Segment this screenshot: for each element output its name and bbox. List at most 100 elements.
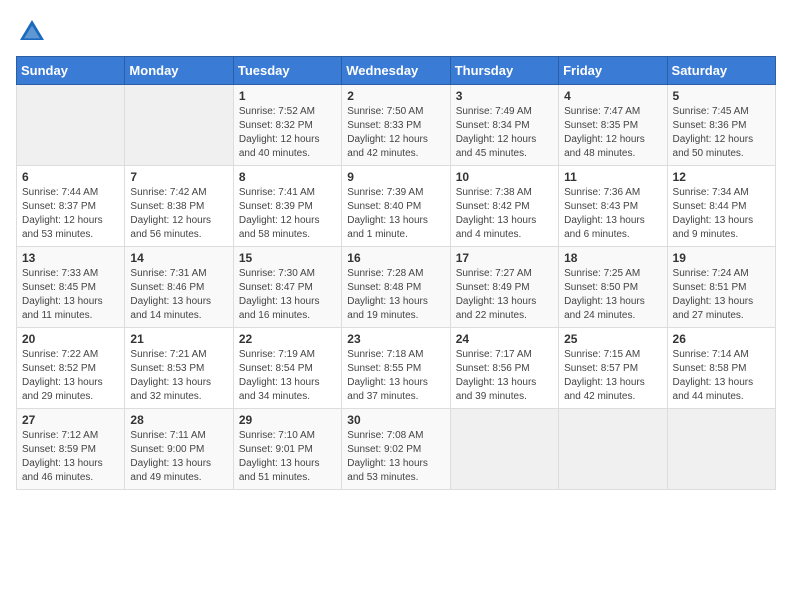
weekday-header: Monday — [125, 57, 233, 85]
day-number: 6 — [22, 170, 119, 184]
day-info: Sunrise: 7:25 AM Sunset: 8:50 PM Dayligh… — [564, 267, 661, 323]
day-number: 24 — [456, 332, 553, 346]
calendar-cell: 16 Sunrise: 7:28 AM Sunset: 8:48 PM Dayli… — [342, 247, 450, 328]
day-number: 25 — [564, 332, 661, 346]
calendar-cell: 11 Sunrise: 7:36 AM Sunset: 8:43 PM Dayli… — [559, 166, 667, 247]
day-info: Sunrise: 7:42 AM Sunset: 8:38 PM Dayligh… — [130, 186, 227, 242]
day-number: 13 — [22, 251, 119, 265]
calendar-cell — [667, 409, 775, 490]
calendar-cell: 8 Sunrise: 7:41 AM Sunset: 8:39 PM Daylig… — [233, 166, 341, 247]
calendar-cell: 29 Sunrise: 7:10 AM Sunset: 9:01 PM Dayli… — [233, 409, 341, 490]
calendar-cell: 6 Sunrise: 7:44 AM Sunset: 8:37 PM Daylig… — [17, 166, 125, 247]
calendar-cell: 2 Sunrise: 7:50 AM Sunset: 8:33 PM Daylig… — [342, 85, 450, 166]
day-number: 10 — [456, 170, 553, 184]
day-info: Sunrise: 7:12 AM Sunset: 8:59 PM Dayligh… — [22, 429, 119, 485]
calendar-cell: 17 Sunrise: 7:27 AM Sunset: 8:49 PM Dayli… — [450, 247, 558, 328]
day-info: Sunrise: 7:41 AM Sunset: 8:39 PM Dayligh… — [239, 186, 336, 242]
day-info: Sunrise: 7:52 AM Sunset: 8:32 PM Dayligh… — [239, 105, 336, 161]
weekday-header: Wednesday — [342, 57, 450, 85]
day-number: 20 — [22, 332, 119, 346]
day-number: 16 — [347, 251, 444, 265]
calendar-cell: 22 Sunrise: 7:19 AM Sunset: 8:54 PM Dayli… — [233, 328, 341, 409]
day-number: 26 — [673, 332, 770, 346]
day-info: Sunrise: 7:28 AM Sunset: 8:48 PM Dayligh… — [347, 267, 444, 323]
day-info: Sunrise: 7:31 AM Sunset: 8:46 PM Dayligh… — [130, 267, 227, 323]
day-info: Sunrise: 7:38 AM Sunset: 8:42 PM Dayligh… — [456, 186, 553, 242]
day-info: Sunrise: 7:17 AM Sunset: 8:56 PM Dayligh… — [456, 348, 553, 404]
day-number: 8 — [239, 170, 336, 184]
calendar-cell: 14 Sunrise: 7:31 AM Sunset: 8:46 PM Dayli… — [125, 247, 233, 328]
calendar-cell: 24 Sunrise: 7:17 AM Sunset: 8:56 PM Dayli… — [450, 328, 558, 409]
day-info: Sunrise: 7:49 AM Sunset: 8:34 PM Dayligh… — [456, 105, 553, 161]
day-info: Sunrise: 7:10 AM Sunset: 9:01 PM Dayligh… — [239, 429, 336, 485]
day-number: 11 — [564, 170, 661, 184]
weekday-header: Thursday — [450, 57, 558, 85]
day-info: Sunrise: 7:21 AM Sunset: 8:53 PM Dayligh… — [130, 348, 227, 404]
day-info: Sunrise: 7:27 AM Sunset: 8:49 PM Dayligh… — [456, 267, 553, 323]
calendar-week-row: 1Sunrise: 7:52 AM Sunset: 8:32 PM Daylig… — [17, 85, 776, 166]
calendar-cell: 1Sunrise: 7:52 AM Sunset: 8:32 PM Daylig… — [233, 85, 341, 166]
day-number: 7 — [130, 170, 227, 184]
calendar-cell: 28Sunrise: 7:11 AM Sunset: 9:00 PM Dayli… — [125, 409, 233, 490]
day-number: 29 — [239, 413, 336, 427]
calendar-cell: 15 Sunrise: 7:30 AM Sunset: 8:47 PM Dayli… — [233, 247, 341, 328]
calendar-cell: 18 Sunrise: 7:25 AM Sunset: 8:50 PM Dayli… — [559, 247, 667, 328]
calendar-week-row: 27 Sunrise: 7:12 AM Sunset: 8:59 PM Dayli… — [17, 409, 776, 490]
calendar-body: 1Sunrise: 7:52 AM Sunset: 8:32 PM Daylig… — [17, 85, 776, 490]
calendar-week-row: 13 Sunrise: 7:33 AM Sunset: 8:45 PM Dayli… — [17, 247, 776, 328]
calendar-cell: 21 Sunrise: 7:21 AM Sunset: 8:53 PM Dayli… — [125, 328, 233, 409]
day-info: Sunrise: 7:39 AM Sunset: 8:40 PM Dayligh… — [347, 186, 444, 242]
calendar-cell: 19 Sunrise: 7:24 AM Sunset: 8:51 PM Dayli… — [667, 247, 775, 328]
day-info: Sunrise: 7:33 AM Sunset: 8:45 PM Dayligh… — [22, 267, 119, 323]
day-info: Sunrise: 7:18 AM Sunset: 8:55 PM Dayligh… — [347, 348, 444, 404]
calendar-cell: 13 Sunrise: 7:33 AM Sunset: 8:45 PM Dayli… — [17, 247, 125, 328]
day-info: Sunrise: 7:15 AM Sunset: 8:57 PM Dayligh… — [564, 348, 661, 404]
calendar-cell: 26Sunrise: 7:14 AM Sunset: 8:58 PM Dayli… — [667, 328, 775, 409]
day-info: Sunrise: 7:30 AM Sunset: 8:47 PM Dayligh… — [239, 267, 336, 323]
day-number: 22 — [239, 332, 336, 346]
day-info: Sunrise: 7:22 AM Sunset: 8:52 PM Dayligh… — [22, 348, 119, 404]
calendar-cell: 12Sunrise: 7:34 AM Sunset: 8:44 PM Dayli… — [667, 166, 775, 247]
day-number: 9 — [347, 170, 444, 184]
calendar-cell: 5 Sunrise: 7:45 AM Sunset: 8:36 PM Daylig… — [667, 85, 775, 166]
day-number: 4 — [564, 89, 661, 103]
calendar-cell — [17, 85, 125, 166]
day-number: 15 — [239, 251, 336, 265]
day-info: Sunrise: 7:50 AM Sunset: 8:33 PM Dayligh… — [347, 105, 444, 161]
day-info: Sunrise: 7:36 AM Sunset: 8:43 PM Dayligh… — [564, 186, 661, 242]
calendar-cell: 25 Sunrise: 7:15 AM Sunset: 8:57 PM Dayli… — [559, 328, 667, 409]
day-number: 5 — [673, 89, 770, 103]
day-number: 18 — [564, 251, 661, 265]
day-number: 30 — [347, 413, 444, 427]
weekday-row: SundayMondayTuesdayWednesdayThursdayFrid… — [17, 57, 776, 85]
calendar-cell: 23 Sunrise: 7:18 AM Sunset: 8:55 PM Dayli… — [342, 328, 450, 409]
day-number: 14 — [130, 251, 227, 265]
calendar-cell — [559, 409, 667, 490]
day-number: 21 — [130, 332, 227, 346]
day-info: Sunrise: 7:47 AM Sunset: 8:35 PM Dayligh… — [564, 105, 661, 161]
day-number: 27 — [22, 413, 119, 427]
calendar-cell: 10 Sunrise: 7:38 AM Sunset: 8:42 PM Dayli… — [450, 166, 558, 247]
logo — [16, 16, 52, 48]
day-number: 2 — [347, 89, 444, 103]
day-info: Sunrise: 7:44 AM Sunset: 8:37 PM Dayligh… — [22, 186, 119, 242]
day-number: 17 — [456, 251, 553, 265]
calendar-cell — [125, 85, 233, 166]
day-info: Sunrise: 7:45 AM Sunset: 8:36 PM Dayligh… — [673, 105, 770, 161]
calendar-cell: 30Sunrise: 7:08 AM Sunset: 9:02 PM Dayli… — [342, 409, 450, 490]
day-number: 3 — [456, 89, 553, 103]
calendar-cell — [450, 409, 558, 490]
day-info: Sunrise: 7:24 AM Sunset: 8:51 PM Dayligh… — [673, 267, 770, 323]
calendar-cell: 20 Sunrise: 7:22 AM Sunset: 8:52 PM Dayli… — [17, 328, 125, 409]
calendar-cell: 4 Sunrise: 7:47 AM Sunset: 8:35 PM Daylig… — [559, 85, 667, 166]
day-number: 28 — [130, 413, 227, 427]
calendar-header: SundayMondayTuesdayWednesdayThursdayFrid… — [17, 57, 776, 85]
day-number: 23 — [347, 332, 444, 346]
day-info: Sunrise: 7:34 AM Sunset: 8:44 PM Dayligh… — [673, 186, 770, 242]
calendar-table: SundayMondayTuesdayWednesdayThursdayFrid… — [16, 56, 776, 490]
calendar-week-row: 6 Sunrise: 7:44 AM Sunset: 8:37 PM Daylig… — [17, 166, 776, 247]
calendar-cell: 7 Sunrise: 7:42 AM Sunset: 8:38 PM Daylig… — [125, 166, 233, 247]
logo-icon — [16, 16, 48, 48]
day-number: 19 — [673, 251, 770, 265]
day-info: Sunrise: 7:19 AM Sunset: 8:54 PM Dayligh… — [239, 348, 336, 404]
